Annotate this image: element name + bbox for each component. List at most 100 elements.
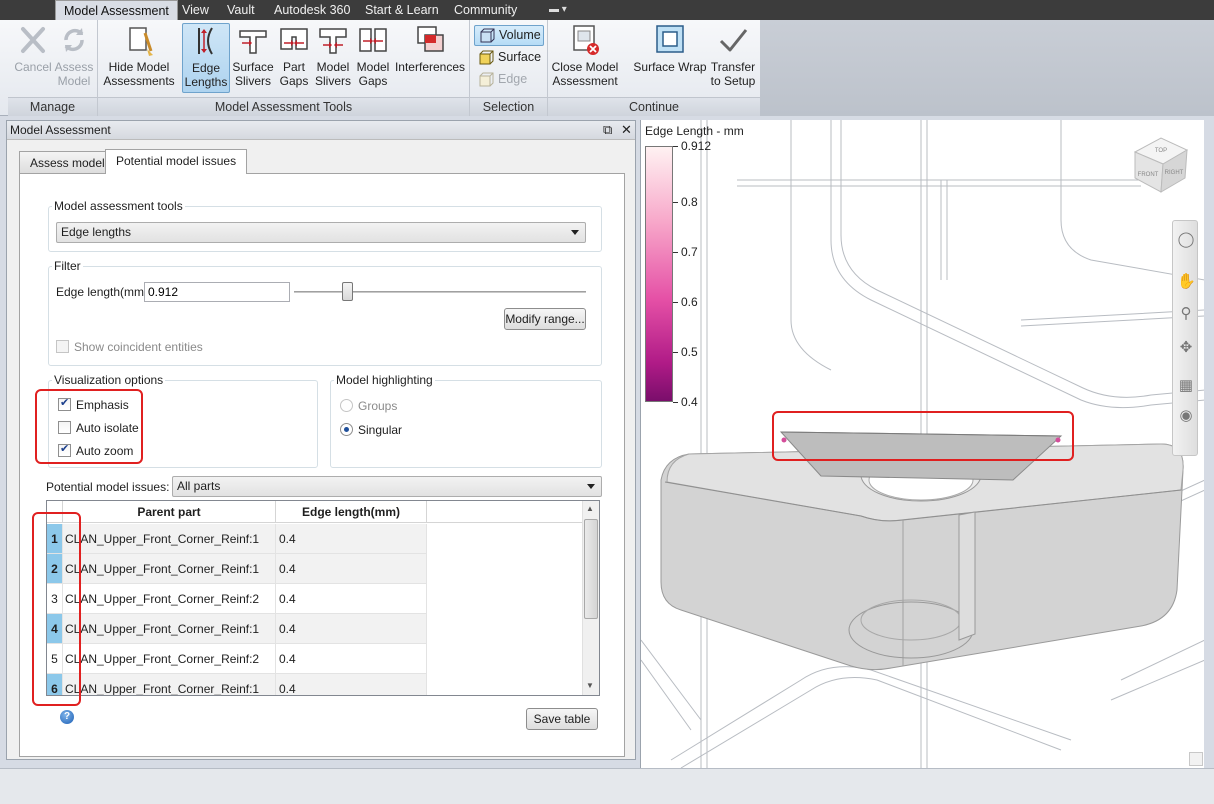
show-coincident-label: Show coincident entities	[74, 340, 203, 354]
viewport-resize-grip[interactable]	[1189, 752, 1203, 766]
ribbon-options-icon[interactable]: ▬ ▾	[549, 4, 567, 16]
tab-potential-model-issues[interactable]: Potential model issues	[105, 149, 248, 174]
hide-assessments-icon	[129, 27, 153, 56]
row-parent-part: CLAN_Upper_Front_Corner_Reinf:1	[63, 674, 276, 695]
table-row[interactable]: 4 CLAN_Upper_Front_Corner_Reinf:1 0.4	[47, 614, 427, 644]
cancel-button[interactable]: Cancel	[12, 23, 54, 93]
steering-wheel-icon[interactable]: ◯	[1177, 231, 1195, 249]
select-edge-button[interactable]: Edge	[474, 70, 544, 91]
look-at-icon[interactable]: ▦	[1177, 377, 1195, 395]
legend-label: 0.6	[681, 295, 698, 309]
groups-radio[interactable]	[340, 399, 353, 412]
ribbon-tab-bar: Model Assessment View Vault Autodesk 360…	[0, 0, 1214, 20]
show-motion-icon[interactable]: ◉	[1177, 407, 1195, 425]
tab-community[interactable]: Community	[446, 0, 525, 20]
close-icon[interactable]: ✕	[621, 122, 632, 138]
issues-part-filter[interactable]: All parts	[172, 476, 602, 497]
tab-vault[interactable]: Vault	[219, 0, 263, 20]
groups-label: Groups	[358, 399, 398, 413]
row-edge-length: 0.4	[276, 644, 427, 674]
checkmark-icon	[719, 29, 748, 52]
surface-wrap-button[interactable]: Surface Wrap	[632, 23, 708, 93]
edge-length-slider-thumb[interactable]	[341, 282, 353, 301]
model-slivers-button[interactable]: Model Slivers	[314, 23, 352, 93]
status-bar	[0, 768, 1214, 804]
row-parent-part: CLAN_Upper_Front_Corner_Reinf:1	[63, 554, 276, 584]
highlighting-group-label: Model highlighting	[334, 373, 435, 387]
viewcube-front-label[interactable]: FRONT	[1138, 172, 1159, 178]
issues-count-label: Potential model issues: 8	[46, 480, 180, 494]
row-parent-part: CLAN_Upper_Front_Corner_Reinf:1	[63, 614, 276, 644]
panel-model-assessment-tools: Hide Model Assessments Edge Lengths Surfac…	[98, 20, 470, 116]
tab-view[interactable]: View	[174, 0, 217, 20]
row-parent-part: CLAN_Upper_Front_Corner_Reinf:2	[63, 584, 276, 614]
tab-autodesk-360[interactable]: Autodesk 360	[266, 0, 358, 20]
select-volume-button[interactable]: Volume	[474, 25, 544, 46]
tool-select[interactable]: Edge lengths	[56, 222, 586, 243]
column-header-edge-length[interactable]: Edge length(mm)	[276, 501, 427, 523]
assess-model-button[interactable]: Assess Model	[54, 23, 94, 93]
table-row[interactable]: 6 CLAN_Upper_Front_Corner_Reinf:1 0.4	[47, 674, 427, 695]
panel-manage: Cancel Assess Model Manage	[8, 20, 98, 116]
surface-slivers-icon	[239, 30, 267, 54]
part-gaps-button[interactable]: Part Gaps	[276, 23, 312, 93]
legend-tick	[673, 252, 678, 253]
interferences-button[interactable]: Interferences	[394, 23, 466, 93]
modify-range-button[interactable]: Modify range...	[504, 308, 586, 330]
tab-assess-model[interactable]: Assess model	[19, 151, 116, 174]
issues-table: Parent part Edge length(mm) 1 CLAN_Upper_…	[46, 500, 600, 696]
edge-length-slider-track[interactable]	[294, 291, 586, 293]
model-slivers-icon	[319, 28, 347, 54]
singular-radio[interactable]	[340, 423, 353, 436]
legend-tick	[673, 146, 678, 147]
viewcube-top-label[interactable]: TOP	[1155, 148, 1167, 154]
panel-continue: Close Model Assessment Surface Wrap Trans…	[548, 20, 760, 116]
column-header-parent-part[interactable]: Parent part	[63, 501, 276, 523]
legend-label-max: 0.912	[681, 139, 712, 153]
graphics-viewport[interactable]: Edge Length - mm 0.912 0.8 0.7 0.6 0.5 0…	[640, 120, 1204, 768]
dialog-title: Model Assessment	[7, 121, 635, 140]
surface-slivers-button[interactable]: Surface Slivers	[232, 23, 274, 93]
panel-title-manage: Manage	[8, 97, 97, 116]
legend-tick	[673, 202, 678, 203]
scroll-thumb[interactable]	[584, 519, 598, 619]
edge-length-input[interactable]	[144, 282, 290, 302]
pan-hand-icon[interactable]: ✋	[1177, 273, 1196, 291]
close-model-assessment-button[interactable]: Close Model Assessment	[550, 23, 620, 93]
save-table-button[interactable]: Save table	[526, 708, 598, 730]
hide-model-assessments-button[interactable]: Hide Model Assessments	[102, 23, 176, 93]
legend-label: 0.8	[681, 195, 698, 209]
legend-label: 0.7	[681, 245, 698, 259]
legend-tick	[673, 352, 678, 353]
tab-start-learn[interactable]: Start & Learn	[357, 0, 447, 20]
model-gaps-button[interactable]: Model Gaps	[354, 23, 392, 93]
table-row[interactable]: 2 CLAN_Upper_Front_Corner_Reinf:1 0.4	[47, 554, 427, 584]
table-row[interactable]: 5 CLAN_Upper_Front_Corner_Reinf:2 0.4	[47, 644, 427, 674]
table-scrollbar[interactable]: ▲ ▼	[582, 501, 599, 695]
annotation-model-highlight-box	[772, 411, 1074, 461]
tab-model-assessment[interactable]: Model Assessment	[55, 0, 178, 20]
legend-label-min: 0.4	[681, 395, 698, 409]
chevron-down-icon	[571, 230, 579, 235]
transfer-to-setup-button[interactable]: Transfer to Setup	[708, 23, 758, 93]
viewcube-right-label[interactable]: RIGHT	[1165, 170, 1184, 176]
table-row[interactable]: 3 CLAN_Upper_Front_Corner_Reinf:2 0.4	[47, 584, 427, 614]
select-surface-button[interactable]: Surface	[474, 48, 544, 69]
help-icon[interactable]: ?	[60, 710, 74, 724]
dock-icon[interactable]: ⧉	[603, 122, 612, 138]
ribbon-empty-area	[760, 20, 1214, 116]
zoom-icon[interactable]: ⚲	[1177, 305, 1195, 323]
edge-lengths-button[interactable]: Edge Lengths	[182, 23, 230, 93]
legend-tick	[673, 402, 678, 403]
interferences-icon	[417, 26, 444, 52]
scroll-down-icon[interactable]: ▼	[586, 681, 594, 690]
edge-icon	[479, 72, 494, 87]
legend-label: 0.5	[681, 345, 698, 359]
orbit-icon[interactable]: ✥	[1177, 339, 1195, 357]
viewcube[interactable]: TOP FRONT RIGHT	[1131, 132, 1191, 196]
table-row[interactable]: 1 CLAN_Upper_Front_Corner_Reinf:1 0.4	[47, 524, 427, 554]
show-coincident-checkbox[interactable]	[56, 340, 69, 353]
scroll-up-icon[interactable]: ▲	[586, 504, 594, 513]
row-edge-length: 0.4	[276, 554, 427, 584]
singular-label: Singular	[358, 423, 403, 437]
